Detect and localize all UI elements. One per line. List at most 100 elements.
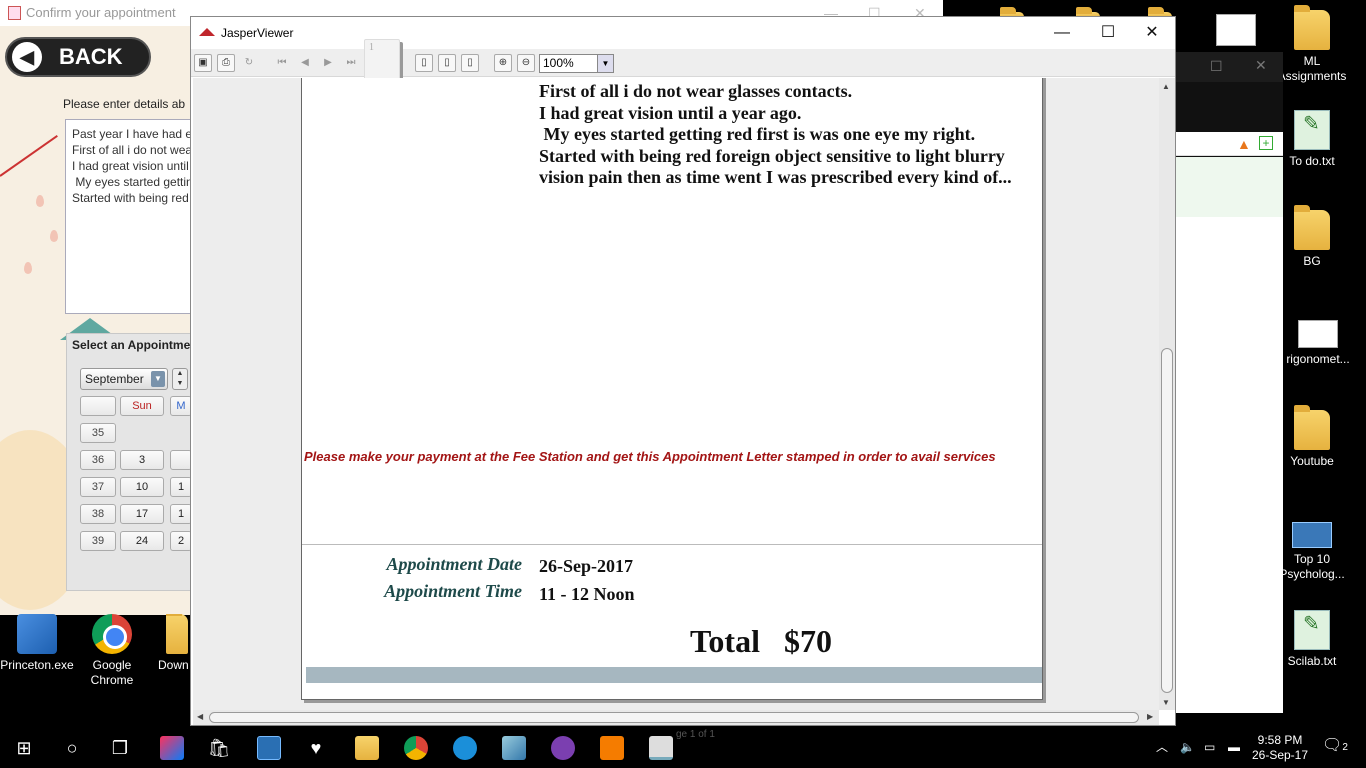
zoom-in-icon[interactable]: ⊕ <box>494 54 512 72</box>
decorative-line <box>0 135 58 177</box>
windows-start-icon[interactable]: ⊞ <box>10 734 38 762</box>
date-button[interactable] <box>170 450 192 470</box>
save-icon[interactable]: ▣ <box>194 54 212 72</box>
fit-page-icon[interactable]: ▯ <box>438 54 456 72</box>
desktop-icon-label: ML Assignments <box>1277 54 1347 83</box>
date-button[interactable]: 1 <box>170 504 192 524</box>
horizontal-scrollbar[interactable]: ◀ ▶ <box>193 710 1159 725</box>
highlight-row <box>1175 157 1283 217</box>
desktop-icon-scilab[interactable]: Scilab.txt <box>1272 610 1352 669</box>
actual-size-icon[interactable]: ▯ <box>415 54 433 72</box>
scroll-up-icon[interactable]: ▲ <box>1162 82 1170 91</box>
task-view-icon[interactable]: ❐ <box>106 734 134 762</box>
desktop-icon-chrome[interactable]: Google Chrome <box>73 614 151 688</box>
desktop-icon-label: Scilab.txt <box>1287 654 1337 668</box>
previous-page-icon[interactable]: ◀ <box>296 54 314 72</box>
calendar-corner <box>80 396 116 416</box>
chrome-icon[interactable] <box>404 736 428 760</box>
date-button[interactable]: 24 <box>120 531 164 551</box>
toolbar-row: ▲ + <box>1175 132 1283 156</box>
store-icon[interactable]: 🛍 <box>205 734 233 762</box>
report-page: First of all i do not wear glasses conta… <box>301 78 1043 700</box>
desktop-icon-bg[interactable]: BG <box>1272 205 1352 269</box>
zoom-out-icon[interactable]: ⊖ <box>517 54 535 72</box>
desktop-icon-youtube[interactable]: Youtube <box>1272 405 1352 469</box>
close-icon[interactable]: ✕ <box>1129 17 1175 49</box>
iheartradio-icon[interactable]: ♥ <box>302 734 330 762</box>
date-button[interactable]: 2 <box>170 531 192 551</box>
add-icon[interactable]: + <box>1259 136 1273 150</box>
intellij-icon[interactable] <box>160 736 184 760</box>
xampp-icon[interactable] <box>600 736 624 760</box>
decorative-drop <box>36 195 44 207</box>
desktop-icon-princeton[interactable]: Princeton.exe <box>0 614 76 673</box>
description-line: I had great vision until a year ago. <box>539 102 802 123</box>
desktop-icon-label: Down <box>158 658 189 672</box>
vertical-scrollbar[interactable]: ▲ ▼ <box>1159 78 1175 710</box>
search-icon[interactable]: ○ <box>58 734 86 762</box>
warning-icon[interactable]: ▲ <box>1237 136 1251 152</box>
reload-icon[interactable]: ↻ <box>240 54 258 72</box>
close-icon[interactable]: ✕ <box>1255 57 1267 74</box>
date-button[interactable]: 1 <box>170 477 192 497</box>
desktop-icon-label: Google Chrome <box>90 658 134 687</box>
jasper-logo-icon <box>199 28 215 36</box>
maximize-icon[interactable]: ☐ <box>1085 17 1131 49</box>
window-title: Confirm your appointment <box>26 5 176 20</box>
volume-icon[interactable]: 🔈 <box>1180 740 1195 755</box>
report-viewport[interactable]: First of all i do not wear glasses conta… <box>193 78 1159 710</box>
desktop-icon-downloads[interactable]: Down <box>150 614 190 673</box>
date-button[interactable]: 10 <box>120 477 164 497</box>
desktop-icon-top10[interactable]: Top 10 Psycholog... <box>1272 522 1352 582</box>
java-icon[interactable] <box>649 736 673 760</box>
chrome-icon <box>92 614 132 654</box>
app-icon[interactable] <box>551 736 575 760</box>
virtualbox-icon[interactable] <box>502 736 526 760</box>
folder-icon <box>1294 405 1330 450</box>
minimize-icon[interactable]: — <box>1039 17 1085 49</box>
scroll-right-icon[interactable]: ▶ <box>1147 712 1153 721</box>
taskbar: ge 1 of 1 ⊞ ○ ❐ 🛍 ♥ ︿ 🔈 ▭ ▬ 9:58 PM 26-S… <box>0 728 1366 768</box>
details-textarea[interactable]: Past year I have had e First of all i do… <box>65 119 195 314</box>
clock[interactable]: 9:58 PM 26-Sep-17 <box>1250 733 1310 763</box>
first-page-icon[interactable]: ⏮ <box>273 54 291 72</box>
print-icon[interactable]: ⎙ <box>217 54 235 72</box>
wifi-app-icon[interactable] <box>453 736 477 760</box>
desktop-icon-ml-assignments[interactable]: ML Assignments <box>1272 5 1352 84</box>
battery-icon[interactable]: ▬ <box>1228 740 1240 755</box>
desktop-icon-label: Top 10 Psycholog... <box>1279 552 1345 581</box>
month-select[interactable]: September ▼ <box>80 368 168 390</box>
maximize-icon[interactable]: ☐ <box>1210 58 1223 75</box>
last-page-icon[interactable]: ⏭ <box>342 54 360 72</box>
notification-icon[interactable]: 🗨2 <box>1322 738 1348 755</box>
description-line: My eyes started getting red first is was… <box>539 124 976 144</box>
scrollbar-thumb[interactable] <box>1161 348 1173 693</box>
fit-width-icon[interactable]: ▯ <box>461 54 479 72</box>
scroll-down-icon[interactable]: ▼ <box>1162 698 1170 707</box>
description-line: Started with being red foreign object se… <box>539 145 1005 166</box>
window-title: JasperViewer <box>221 26 294 40</box>
file-explorer-icon[interactable] <box>355 736 379 760</box>
year-spinner[interactable]: ▲ ▼ <box>172 368 188 390</box>
payment-note: Please make your payment at the Fee Stat… <box>304 449 996 464</box>
date-button[interactable]: 17 <box>120 504 164 524</box>
week-number: 39 <box>80 531 116 551</box>
next-page-icon[interactable]: ▶ <box>319 54 337 72</box>
desktop-icon-trigonometry[interactable]: rigonomet... <box>1278 320 1358 367</box>
chevron-up-icon[interactable]: ︿ <box>1156 740 1168 755</box>
video-file-icon <box>1292 522 1332 548</box>
network-icon[interactable]: ▭ <box>1204 740 1215 755</box>
desktop-icon-todo[interactable]: To do.txt <box>1272 110 1352 169</box>
desktop-icon-label: BG <box>1303 254 1321 268</box>
decorative-drop <box>24 262 32 274</box>
scrollbar-thumb[interactable] <box>209 712 1139 723</box>
date-button[interactable]: 3 <box>120 450 164 470</box>
scroll-left-icon[interactable]: ◀ <box>197 712 203 721</box>
app-icon[interactable] <box>257 736 281 760</box>
desktop-thumbnail[interactable] <box>1216 14 1256 46</box>
zoom-select[interactable]: 100% ▼ <box>539 54 614 73</box>
zoom-value: 100% <box>543 56 574 70</box>
back-button[interactable]: ◀ BACK <box>5 37 151 77</box>
java-icon <box>8 6 21 20</box>
textarea-line: First of all i do not wea <box>72 143 193 157</box>
